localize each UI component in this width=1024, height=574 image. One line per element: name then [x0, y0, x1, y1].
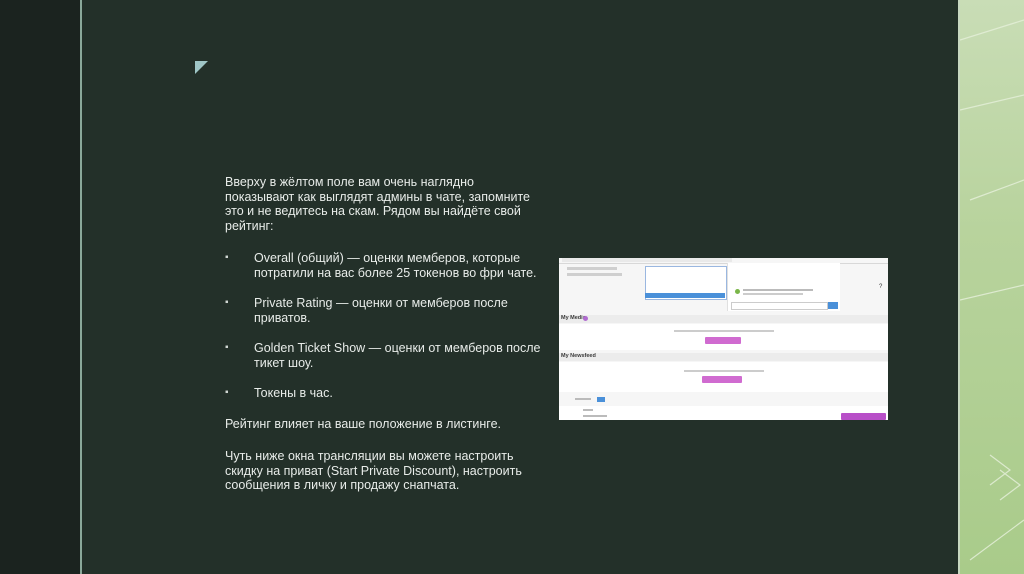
- chat-message: [743, 293, 803, 295]
- messages-button[interactable]: [841, 413, 886, 420]
- right-decorative-strip: [960, 0, 1024, 574]
- help-icon[interactable]: ?: [879, 284, 882, 290]
- list-item: ▪ Токены в час.: [225, 386, 333, 400]
- bullet-icon: ▪: [225, 252, 229, 263]
- media-hint: [674, 330, 774, 332]
- slide-text: Вверху в жёлтом поле вам очень наглядно …: [225, 175, 545, 511]
- bullet-icon: ▪: [225, 387, 229, 398]
- list-item: ▪ Overall (общий) — оценки мемберов, кото…: [225, 251, 537, 280]
- dropdown-selected[interactable]: [645, 293, 725, 298]
- intro-paragraph: Вверху в жёлтом поле вам очень наглядно …: [225, 175, 530, 233]
- listing-note: Рейтинг влияет на ваше положение в листи…: [225, 416, 502, 431]
- my-media-header: [559, 315, 888, 323]
- rating-list: ▪ Overall (общий) — оценки мемберов, кото…: [225, 251, 545, 401]
- chat-avatar: [735, 289, 740, 294]
- media-badge: [583, 316, 588, 321]
- bullet-icon: ▪: [225, 297, 229, 308]
- my-newsfeed-title: My Newsfeed: [561, 353, 596, 359]
- discount-note: Чуть ниже окна трансляции вы можете наст…: [225, 449, 522, 492]
- info-section: [559, 406, 888, 420]
- chat-input[interactable]: [731, 302, 828, 310]
- info-line: [583, 409, 593, 411]
- title-corner-mark: [195, 61, 208, 74]
- add-media-button[interactable]: [705, 337, 741, 344]
- filter-button[interactable]: [597, 397, 605, 402]
- decorative-lines-icon: [960, 19, 1024, 561]
- list-item: ▪ Golden Ticket Show — оценки от мемберов…: [225, 341, 541, 370]
- info-line: [583, 415, 607, 417]
- chat-message: [743, 289, 813, 291]
- left-side-panel: [0, 0, 80, 574]
- stat-line: [567, 273, 622, 276]
- chat-send-button[interactable]: [828, 302, 838, 309]
- filter-label: [575, 398, 591, 400]
- newsfeed-hint: [684, 370, 764, 372]
- post-newsfeed-button[interactable]: [702, 376, 742, 383]
- stat-line: [567, 267, 617, 270]
- bullet-icon: ▪: [225, 342, 229, 353]
- my-newsfeed-header: [559, 353, 888, 361]
- top-bar: [562, 258, 732, 262]
- dashboard-screenshot: ? My Media My Newsfeed: [559, 258, 888, 420]
- list-item: ▪ Private Rating — оценки от мемберов пос…: [225, 296, 508, 325]
